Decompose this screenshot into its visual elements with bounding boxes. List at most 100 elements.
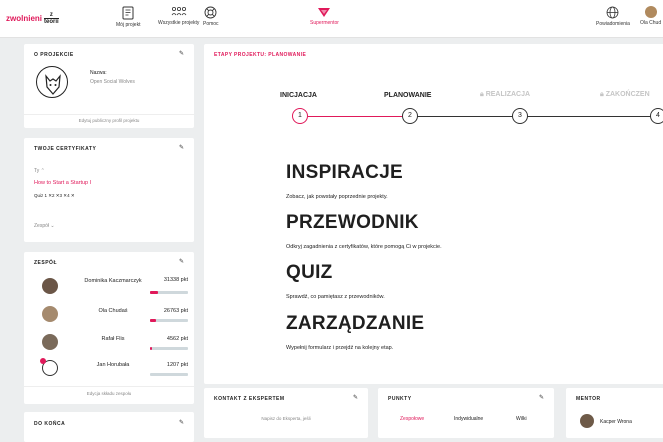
section-title-inspirations[interactable]: INSPIRACJE bbox=[286, 162, 403, 184]
nav-notifications[interactable]: Powiadomienia bbox=[596, 6, 630, 27]
you-label: Ty bbox=[34, 168, 40, 174]
step-circle-1[interactable]: 1 bbox=[292, 108, 308, 124]
member-avatar bbox=[42, 306, 58, 322]
about-project-card: O PROJEKCIE ✎ Nazwa: Open Social Wolves … bbox=[24, 44, 194, 128]
points-tab-individual[interactable]: Indywidualne bbox=[454, 416, 483, 422]
step-label-initiation[interactable]: INICJACJA bbox=[280, 92, 317, 99]
team-dropdown[interactable]: Zespół ⌄ bbox=[34, 223, 55, 229]
step-label-realization-text: REALIZACJA bbox=[485, 91, 531, 98]
points-card: PUNKTY ✎ Zespołowe Indywidualne Wilki bbox=[378, 388, 554, 438]
step-label-planning[interactable]: PLANOWANIE bbox=[384, 92, 431, 99]
member-progress-fill bbox=[150, 319, 156, 322]
member-progress-fill bbox=[150, 347, 152, 350]
user-avatar bbox=[644, 6, 657, 18]
people-icon bbox=[171, 6, 187, 16]
edit-pencil-icon[interactable]: ✎ bbox=[539, 394, 544, 401]
nav-all-projects[interactable]: Wszystkie projekty bbox=[158, 6, 199, 26]
team-member-row[interactable]: Jan Horubała 1207 pkt bbox=[34, 358, 204, 380]
globe-icon bbox=[607, 6, 619, 19]
step-label-realization: 🔒︎ REALIZACJA bbox=[480, 91, 530, 99]
progress-line-done bbox=[308, 116, 404, 117]
nav-user[interactable]: Ola Chud bbox=[640, 6, 661, 26]
member-avatar bbox=[42, 278, 58, 294]
nav-all-projects-label: Wszystkie projekty bbox=[158, 20, 200, 26]
member-avatar bbox=[42, 334, 58, 350]
certificates-title: TWOJE CERTYFIKATY bbox=[34, 146, 97, 152]
progress-line-remaining bbox=[416, 116, 656, 117]
project-stages-panel: ETAPY PROJEKTU: PLANOWANIE INICJACJA PLA… bbox=[204, 44, 663, 384]
nav-supermentor[interactable]: Supermentor bbox=[310, 6, 339, 26]
deadline-title: DO KOŃCA bbox=[34, 421, 66, 427]
edit-pencil-icon[interactable]: ✎ bbox=[179, 50, 184, 57]
online-badge bbox=[40, 358, 46, 364]
nav-help[interactable]: Pomoc bbox=[203, 6, 219, 27]
member-name: Rafał Flis bbox=[101, 336, 125, 342]
project-name-label: Nazwa: bbox=[90, 70, 107, 76]
nav-user-label: Ola Chud bbox=[640, 20, 662, 26]
member-points: 31338 pkt bbox=[163, 277, 188, 283]
nav-my-project-label: Mój projekt bbox=[116, 22, 141, 28]
member-points: 1207 pkt bbox=[166, 362, 188, 368]
stages-header-prefix: ETAPY PROJEKTU: bbox=[214, 52, 267, 58]
nav-my-project[interactable]: Mój projekt bbox=[116, 6, 140, 28]
logo-z: z bbox=[44, 12, 59, 19]
section-title-guide[interactable]: PRZEWODNIK bbox=[286, 212, 419, 234]
section-title-quiz[interactable]: QUIZ bbox=[286, 262, 333, 284]
team-member-row[interactable]: Dominika Kaczmarczyk 31338 pkt bbox=[34, 276, 204, 298]
lock-icon: 🔒︎ bbox=[600, 91, 604, 98]
member-progress-bar bbox=[150, 373, 188, 376]
quiz-status: Quiz 1 ✕2 ✕3 ✕4 ✕ bbox=[34, 193, 75, 198]
edit-pencil-icon[interactable]: ✎ bbox=[179, 258, 184, 265]
deadline-card: DO KOŃCA ✎ bbox=[24, 412, 194, 442]
points-tab-wolves[interactable]: Wilki bbox=[516, 416, 527, 422]
member-name: Dominika Kaczmarczyk bbox=[84, 278, 142, 284]
mentor-title: MENTOR bbox=[576, 396, 601, 402]
points-tab-team[interactable]: Zespołowe bbox=[400, 416, 424, 422]
logo[interactable]: zwolnieni z teorii bbox=[6, 12, 59, 25]
nav-supermentor-label: Supermentor bbox=[310, 20, 339, 26]
course-link[interactable]: How to Start a Startup I bbox=[34, 180, 91, 186]
logo-text: zwolnieni bbox=[6, 14, 42, 23]
section-desc-guide: Odkryj zagadnienia z certyfikatów, które… bbox=[286, 244, 442, 250]
step-circle-2[interactable]: 2 bbox=[402, 108, 418, 124]
section-desc-inspirations: Zobacz, jak powstały poprzednie projekty… bbox=[286, 194, 388, 200]
member-progress-bar bbox=[150, 347, 188, 350]
lifebuoy-icon bbox=[204, 6, 217, 19]
wolf-logo bbox=[36, 66, 68, 98]
edit-team-link[interactable]: Edycja składu zespołu bbox=[24, 391, 194, 396]
stages-header: ETAPY PROJEKTU: PLANOWANIE bbox=[214, 52, 306, 58]
member-name: Jan Horubała bbox=[96, 362, 130, 368]
team-member-row[interactable]: Rafał Flis 4562 pkt bbox=[34, 332, 204, 354]
expert-text: Napisz do Eksperta, jeśli bbox=[261, 416, 311, 421]
edit-public-profile-link[interactable]: Edytuj publiczny profil projektu bbox=[24, 118, 194, 123]
stages-header-current: PLANOWANIE bbox=[268, 52, 307, 58]
step-circle-4: 4 bbox=[650, 108, 663, 124]
about-title: O PROJEKCIE bbox=[34, 52, 74, 58]
points-title: PUNKTY bbox=[388, 396, 412, 402]
top-navigation-bar: zwolnieni z teorii Mój projekt Wszystkie … bbox=[0, 0, 663, 38]
expert-contact-card: KONTAKT Z EKSPERTEM ✎ Napisz do Eksperta… bbox=[204, 388, 368, 438]
mentor-card: MENTOR Kacper Wrona bbox=[566, 388, 663, 438]
section-desc-quiz: Sprawdź, co pamiętasz z przewodników. bbox=[286, 294, 385, 300]
member-progress-bar bbox=[150, 291, 188, 294]
member-progress-bar bbox=[150, 319, 188, 322]
nav-notifications-label: Powiadomienia bbox=[596, 21, 630, 27]
step-label-completion-text: ZAKOŃCZEN bbox=[605, 91, 650, 98]
nav-help-label: Pomoc bbox=[203, 21, 219, 27]
mentor-name[interactable]: Kacper Wrona bbox=[600, 419, 632, 425]
step-label-completion: 🔒︎ ZAKOŃCZEN bbox=[600, 91, 650, 99]
edit-pencil-icon[interactable]: ✎ bbox=[179, 144, 184, 151]
expert-title: KONTAKT Z EKSPERTEM bbox=[214, 396, 285, 402]
edit-pencil-icon[interactable]: ✎ bbox=[179, 419, 184, 426]
section-title-management[interactable]: ZARZĄDZANIE bbox=[286, 313, 424, 335]
team-member-row[interactable]: Ola Chudaś 26763 pkt bbox=[34, 304, 204, 326]
edit-pencil-icon[interactable]: ✎ bbox=[353, 394, 358, 401]
member-points: 4562 pkt bbox=[166, 336, 188, 342]
member-progress-fill bbox=[150, 291, 159, 294]
notebook-icon bbox=[122, 6, 134, 20]
superhero-icon bbox=[318, 8, 331, 17]
you-dropdown[interactable]: Ty ⌃ bbox=[34, 168, 45, 174]
step-circle-3: 3 bbox=[512, 108, 528, 124]
member-points: 26763 pkt bbox=[163, 308, 188, 314]
team-title: ZESPÓŁ bbox=[34, 260, 58, 266]
